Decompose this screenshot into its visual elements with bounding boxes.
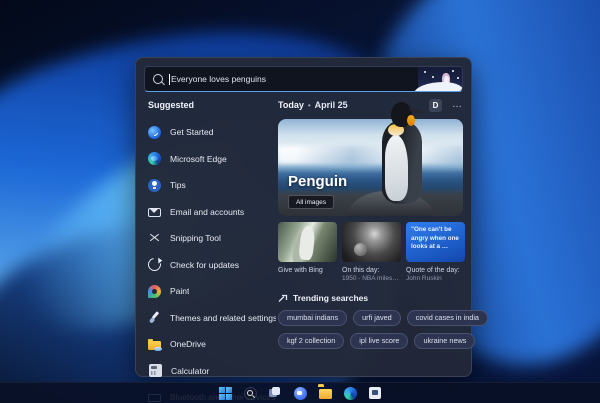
trending-chip[interactable]: urfi javed <box>353 309 401 326</box>
card-quote-of-day[interactable]: "One can't be angry when one looks at a … <box>406 222 465 284</box>
trending-chip-row: mumbai indians urfi javed covid cases in… <box>278 309 488 326</box>
store-icon <box>369 387 381 399</box>
on-this-day-image <box>342 222 401 262</box>
file-explorer-button[interactable] <box>318 386 332 400</box>
snipping-tool-icon <box>148 232 161 245</box>
dot-separator: • <box>307 100 311 110</box>
store-button[interactable] <box>368 386 382 400</box>
get-started-icon <box>148 125 161 139</box>
themes-icon <box>148 311 161 324</box>
trending-chip[interactable]: ukraine news <box>414 332 476 349</box>
suggested-header: Suggested <box>148 100 195 110</box>
chat-button[interactable] <box>293 386 307 400</box>
trending-title: Trending searches <box>293 292 369 303</box>
card-subtitle: John Ruskin <box>406 275 442 283</box>
check-updates-icon <box>145 255 164 274</box>
card-title: On this day: <box>342 267 380 274</box>
edge-icon <box>343 386 357 400</box>
suggested-item-email-accounts[interactable]: Email and accounts <box>146 199 276 226</box>
card-on-this-day[interactable]: On this day: 1950 - NBA miles… <box>342 222 401 284</box>
trending-chip[interactable]: covid cases in india <box>406 309 488 326</box>
quote-card: "One can't be angry when one looks at a … <box>406 222 465 262</box>
screen: Everyone loves penguins Suggested Get St… <box>0 0 600 403</box>
search-icon <box>243 386 257 400</box>
card-give-with-bing[interactable]: Give with Bing <box>278 222 337 284</box>
onedrive-icon <box>148 339 162 351</box>
folder-icon <box>318 389 332 399</box>
text-caret <box>169 73 170 85</box>
give-with-bing-image <box>278 222 337 262</box>
penguin-easter-egg-illustration <box>414 67 462 91</box>
trending-chip[interactable]: ipl live score <box>350 332 409 349</box>
search-input[interactable]: Everyone loves penguins <box>144 66 463 92</box>
star-dot <box>452 70 454 72</box>
search-flyout-panel: Everyone loves penguins Suggested Get St… <box>135 57 488 403</box>
calculator-icon <box>149 364 162 378</box>
more-options-icon[interactable]: … <box>452 100 463 110</box>
today-label: Today <box>278 100 304 110</box>
hero-title: Penguin <box>288 173 348 190</box>
card-title: Quote of the day: <box>406 267 460 274</box>
suggested-item-paint[interactable]: Paint <box>146 278 276 305</box>
card-title: Give with Bing <box>278 267 323 274</box>
suggested-section: Suggested Get Started Microsoft Edge Tip… <box>145 98 276 403</box>
windows-start-icon <box>218 386 232 400</box>
suggested-item-label: Calculator <box>171 365 210 376</box>
start-button[interactable] <box>218 386 232 400</box>
trending-arrow-icon <box>278 294 288 302</box>
suggested-item-label: Microsoft Edge <box>170 153 227 164</box>
all-images-button[interactable]: All images <box>288 195 334 209</box>
suggested-item-themes[interactable]: Themes and related settings <box>146 305 276 332</box>
suggested-item-label: Paint <box>170 286 190 297</box>
paint-icon <box>148 284 161 298</box>
ice-ridge <box>278 146 463 164</box>
suggested-item-label: Themes and related settings <box>170 312 276 323</box>
today-date: April 25 <box>314 100 348 110</box>
suggested-item-label: Email and accounts <box>170 206 245 217</box>
suggested-item-onedrive[interactable]: OneDrive <box>146 331 276 358</box>
suggested-item-get-started[interactable]: Get Started <box>146 119 276 146</box>
quote-text: "One can't be angry when one looks at a … <box>411 226 459 250</box>
task-view-button[interactable] <box>268 386 282 400</box>
penguin-cheek-patch <box>406 115 415 126</box>
taskbar-search-button[interactable] <box>243 386 257 400</box>
suggested-item-microsoft-edge[interactable]: Microsoft Edge <box>146 146 276 173</box>
suggested-item-label: Tips <box>170 180 186 191</box>
today-section: Today • April 25 D … Penguin All images … <box>278 98 488 356</box>
profile-badge[interactable]: D <box>429 98 442 112</box>
card-subtitle: 1950 - NBA miles… <box>342 275 399 283</box>
suggested-item-check-updates[interactable]: Check for updates <box>145 252 276 279</box>
chat-icon <box>293 386 307 400</box>
star-dot <box>432 76 434 78</box>
trending-searches-section: Trending searches mumbai indians urfi ja… <box>278 293 488 349</box>
star-dot <box>424 71 426 73</box>
trending-chip-row: kgf 2 collection ipl live score ukraine … <box>278 332 476 349</box>
edge-icon <box>148 152 161 166</box>
suggested-item-label: Get Started <box>170 127 214 138</box>
taskbar <box>0 382 600 403</box>
snow-mound <box>414 82 462 91</box>
suggested-item-tips[interactable]: Tips <box>146 172 276 199</box>
star-dot <box>457 77 459 79</box>
suggested-item-label: OneDrive <box>170 339 206 350</box>
suggested-item-calculator[interactable]: Calculator <box>146 358 276 385</box>
suggested-item-snipping-tool[interactable]: Snipping Tool <box>146 225 276 252</box>
trending-chip[interactable]: mumbai indians <box>278 309 348 326</box>
penguin-photo-illustration <box>381 102 422 204</box>
daily-cards-row: Give with Bing On this day: 1950 - NBA m… <box>278 222 465 284</box>
edge-button[interactable] <box>343 386 357 400</box>
email-icon <box>148 208 161 218</box>
tips-icon <box>148 178 161 192</box>
search-query-text: Everyone loves penguins <box>171 74 266 84</box>
search-icon <box>153 74 163 84</box>
suggested-item-label: Snipping Tool <box>170 233 221 244</box>
suggested-item-label: Check for updates <box>170 259 239 270</box>
hero-card-penguin[interactable]: Penguin All images <box>278 102 463 216</box>
penguin-belly <box>384 135 408 201</box>
trending-header: Trending searches <box>278 293 463 303</box>
today-header-row: Today • April 25 D … <box>278 98 463 112</box>
trending-chip[interactable]: kgf 2 collection <box>278 332 345 349</box>
